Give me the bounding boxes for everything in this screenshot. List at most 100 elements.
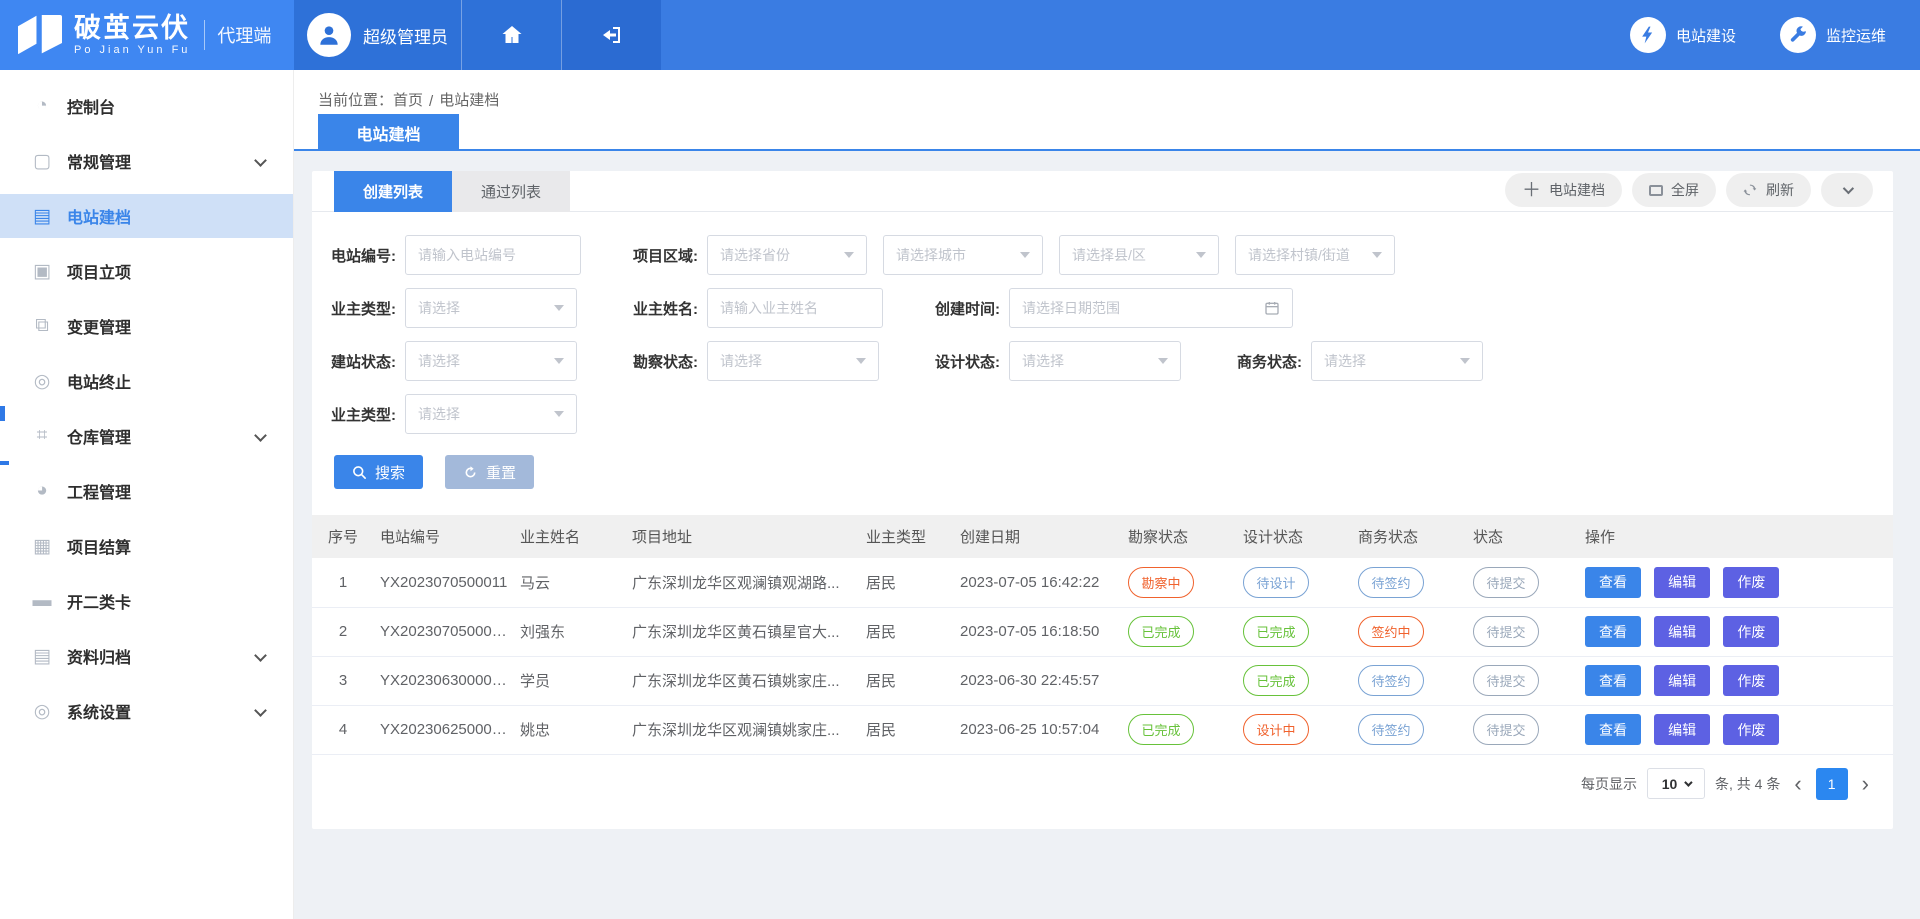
owner-type: 居民 <box>860 656 954 705</box>
sidebar-item-console[interactable]: ◔ 控制台 <box>0 84 293 128</box>
sidebar-item-project-settlement[interactable]: ▦ 项目结算 <box>0 524 293 568</box>
table-row: 2 YX2023070500010 刘强东 广东深圳龙华区黄石镇星官大... 居… <box>312 607 1893 656</box>
owner-type2-select[interactable]: 请选择 <box>405 394 577 434</box>
tab-create-list[interactable]: 创建列表 <box>334 171 452 212</box>
sidebar-item-system-settings[interactable]: ◎ 系统设置 <box>0 689 293 733</box>
search-button[interactable]: 搜索 <box>334 455 423 489</box>
date-range-picker[interactable]: 请选择日期范围 <box>1009 288 1293 328</box>
plus-icon: ＋ <box>1522 181 1541 200</box>
breadcrumb-prefix: 当前位置： <box>318 89 393 110</box>
home-button[interactable] <box>461 0 561 70</box>
reset-icon <box>463 465 478 480</box>
nav-monitor-ops[interactable]: 监控运维 <box>1780 17 1886 53</box>
station-code: YX2023063000009 <box>374 656 514 705</box>
brand-subtitle: Po Jian Yun Fu <box>74 45 190 57</box>
chevron-down-icon <box>254 649 267 662</box>
list-tabs: 创建列表 通过列表 <box>334 171 570 212</box>
sidebar-item-station-archive[interactable]: ▤ 电站建档 <box>0 194 293 238</box>
sidebar-item-change-mgmt[interactable]: ⧉ 变更管理 <box>0 304 293 348</box>
wrench-icon <box>1780 17 1816 53</box>
business-status-select[interactable]: 请选择 <box>1311 341 1483 381</box>
caret-down-icon <box>1020 252 1030 258</box>
nav-station-build[interactable]: 电站建设 <box>1630 17 1736 53</box>
content-area: 创建列表 通过列表 ＋ 电站建档 全屏 <box>294 151 1920 917</box>
station-code: YX2023062500004 <box>374 705 514 754</box>
design-status-select[interactable]: 请选择 <box>1009 341 1181 381</box>
page-tab-bar: 电站建档 <box>294 114 1920 151</box>
table-row: 3 YX2023063000009 学员 广东深圳龙华区黄石镇姚家庄... 居民… <box>312 656 1893 705</box>
edit-button[interactable]: 编辑 <box>1654 665 1710 696</box>
tab-passed-list[interactable]: 通过列表 <box>452 171 570 212</box>
status-badge: 勘察中 <box>1128 567 1194 598</box>
refresh-button[interactable]: 刷新 <box>1726 173 1811 207</box>
calendar-icon <box>1264 300 1280 316</box>
archive-icon: ▤ <box>30 645 54 668</box>
sidebar-item-data-archive[interactable]: ▤ 资料归档 <box>0 634 293 678</box>
city-select[interactable]: 请选择城市 <box>883 235 1043 275</box>
create-date: 2023-06-30 22:45:57 <box>954 656 1122 705</box>
create-station-button[interactable]: ＋ 电站建档 <box>1505 173 1622 207</box>
user-menu[interactable]: 超级管理员 <box>294 0 461 70</box>
station-code: YX2023070500011 <box>374 558 514 607</box>
owner-type: 居民 <box>860 705 954 754</box>
project-address: 广东深圳龙华区观澜镇姚家庄... <box>626 705 860 754</box>
owner-type-select[interactable]: 请选择 <box>405 288 577 328</box>
sidebar-item-engineering-mgmt[interactable]: ◕ 工程管理 <box>0 469 293 513</box>
owner-name: 学员 <box>514 656 626 705</box>
edit-button[interactable]: 编辑 <box>1654 616 1710 647</box>
page-number-button[interactable]: 1 <box>1816 768 1848 800</box>
view-button[interactable]: 查看 <box>1585 616 1641 647</box>
page-tab-station-archive[interactable]: 电站建档 <box>318 114 459 151</box>
station-code-label: 电站编号: <box>312 245 405 266</box>
breadcrumb-separator: / <box>429 93 433 110</box>
logout-button[interactable] <box>561 0 661 70</box>
view-button[interactable]: 查看 <box>1585 714 1641 745</box>
void-button[interactable]: 作废 <box>1723 714 1779 745</box>
copy-icon: ⧉ <box>30 315 54 337</box>
void-button[interactable]: 作废 <box>1723 567 1779 598</box>
content-card: 创建列表 通过列表 ＋ 电站建档 全屏 <box>312 171 1893 829</box>
reset-button[interactable]: 重置 <box>445 455 534 489</box>
breadcrumb-home-link[interactable]: 首页 <box>393 89 423 110</box>
owner-name-input[interactable] <box>707 288 883 328</box>
app-header: 破茧云伏 Po Jian Yun Fu 代理端 超级管理员 <box>0 0 1920 70</box>
county-select[interactable]: 请选择县/区 <box>1059 235 1219 275</box>
fullscreen-icon <box>1649 185 1663 196</box>
owner-name-label: 业主姓名: <box>614 298 707 319</box>
sidebar-item-project-initiation[interactable]: ▣ 项目立项 <box>0 249 293 293</box>
sidebar-item-warehouse-mgmt[interactable]: ⌗ 仓库管理 <box>0 414 293 458</box>
create-time-label: 创建时间: <box>916 298 1009 319</box>
void-button[interactable]: 作废 <box>1723 665 1779 696</box>
sidebar-item-general-mgmt[interactable]: ▢ 常规管理 <box>0 139 293 183</box>
status-badge: 待签约 <box>1358 714 1424 745</box>
owner-type2-label: 业主类型: <box>312 404 405 425</box>
avatar <box>307 13 351 57</box>
target-icon: ◎ <box>30 370 54 393</box>
edit-button[interactable]: 编辑 <box>1654 714 1710 745</box>
collapse-toolbar-button[interactable] <box>1821 173 1873 207</box>
create-date: 2023-07-05 16:42:22 <box>954 558 1122 607</box>
province-select[interactable]: 请选择省份 <box>707 235 867 275</box>
owner-type: 居民 <box>860 607 954 656</box>
build-status-select[interactable]: 请选择 <box>405 341 577 381</box>
home-icon <box>500 23 524 47</box>
lightning-icon <box>1630 17 1666 53</box>
fullscreen-button[interactable]: 全屏 <box>1632 173 1716 207</box>
caret-down-icon <box>1684 778 1692 786</box>
station-code-input[interactable] <box>405 235 581 275</box>
status-badge: 待提交 <box>1473 567 1539 598</box>
town-select[interactable]: 请选择村镇/街道 <box>1235 235 1395 275</box>
survey-status-select[interactable]: 请选择 <box>707 341 879 381</box>
sidebar-item-station-termination[interactable]: ◎ 电站终止 <box>0 359 293 403</box>
sidebar-item-class2-card[interactable]: ▬ 开二类卡 <box>0 579 293 623</box>
prev-page-button[interactable]: ‹ <box>1790 773 1805 795</box>
view-button[interactable]: 查看 <box>1585 665 1641 696</box>
user-name: 超级管理员 <box>363 23 448 48</box>
build-status-label: 建站状态: <box>312 351 405 372</box>
per-page-select[interactable]: 10 <box>1647 768 1705 799</box>
void-button[interactable]: 作废 <box>1723 616 1779 647</box>
project-address: 广东深圳龙华区黄石镇姚家庄... <box>626 656 860 705</box>
view-button[interactable]: 查看 <box>1585 567 1641 598</box>
edit-button[interactable]: 编辑 <box>1654 567 1710 598</box>
next-page-button[interactable]: › <box>1858 773 1873 795</box>
